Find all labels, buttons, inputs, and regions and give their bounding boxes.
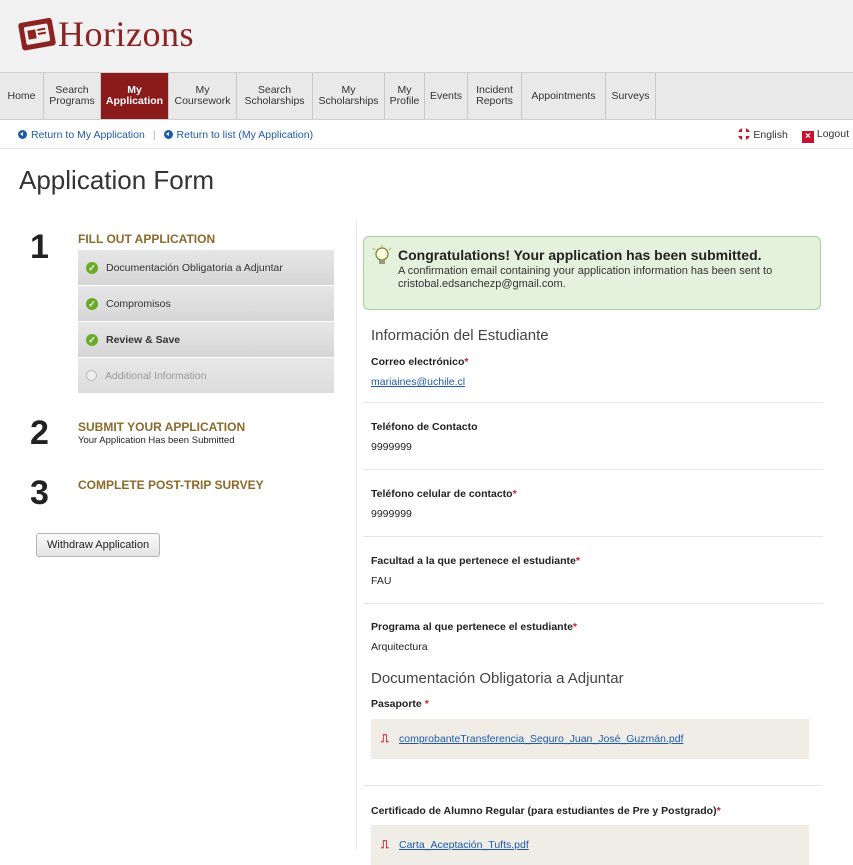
check-icon: ✓ (86, 297, 98, 310)
label-text: Pasaporte (371, 698, 422, 710)
required-mark: * (464, 356, 469, 368)
app-header: Horizons (0, 0, 853, 72)
step-number-1: 1 (30, 228, 49, 266)
substep-label: Documentación Obligatoria a Adjuntar (106, 261, 283, 274)
substep-compromisos[interactable]: ✓ Compromisos (78, 286, 334, 322)
pdf-icon: ⎍ (381, 839, 389, 851)
substep-label: Review & Save (106, 333, 181, 346)
arrow-left-icon (163, 129, 173, 139)
page-title: Application Form (19, 165, 215, 195)
field-label: Teléfono de Contacto (371, 421, 478, 433)
certificate-file-link[interactable]: Carta_Aceptación_Tufts.pdf (399, 839, 529, 851)
nav-surveys[interactable]: Surveys (606, 73, 656, 119)
field-label: Correo electrónico* (371, 356, 468, 368)
language-link[interactable]: English (738, 128, 788, 143)
step-1-substeps: ✓ Documentación Obligatoria a Adjuntar ✓ C… (78, 250, 334, 394)
lightbulb-icon (372, 245, 392, 264)
nav-my-coursework[interactable]: My Coursework (169, 73, 237, 119)
pdf-icon: ⎍ (381, 733, 389, 745)
field-faculty: Facultad a la que pertenece el estudiant… (363, 537, 823, 604)
return-to-application-link[interactable]: Return to My Application (31, 129, 145, 141)
field-email: Correo electrónico* mariaines@uchile.cl (363, 348, 823, 403)
certificate-label: Certificado de Alumno Regular (para estu… (371, 805, 721, 817)
field-program: Programa al que pertenece el estudiante*… (363, 604, 823, 656)
divider (363, 785, 823, 786)
return-list-link-wrap: Return to list (My Application) (163, 129, 314, 141)
success-notice: Congratulations! Your application has be… (363, 236, 821, 310)
notice-title: Congratulations! Your application has be… (398, 247, 762, 263)
student-info-heading: Información del Estudiante (371, 327, 549, 344)
arrow-left-icon (18, 129, 27, 139)
label-text: Correo electrónico (371, 356, 465, 368)
email-value-link[interactable]: mariaines@uchile.cl (371, 376, 465, 388)
nav-home[interactable]: Home (0, 73, 44, 119)
label-text: Programa al que pertenece el estudiante (371, 621, 573, 633)
nav-my-application[interactable]: My Application (101, 73, 169, 119)
return-to-list-link[interactable]: Return to list (My Application) (177, 129, 314, 141)
required-mark: * (716, 805, 721, 817)
application-details: Congratulations! Your application has be… (356, 220, 840, 865)
step-title-3: COMPLETE POST-TRIP SURVEY (78, 478, 264, 492)
nav-incident-reports[interactable]: Incident Reports (468, 73, 522, 119)
field-cellphone: Teléfono celular de contacto* 9999999 (363, 470, 823, 537)
close-icon: × (801, 131, 814, 143)
passport-attachment: ⎍ comprobanteTransferencia_Seguro_Juan_Jo… (371, 719, 809, 759)
check-icon: ✓ (86, 261, 98, 274)
field-label: Teléfono celular de contacto* (371, 488, 517, 500)
substep-documentacion[interactable]: ✓ Documentación Obligatoria a Adjuntar (78, 250, 334, 286)
check-icon: ✓ (86, 333, 98, 346)
sub-toolbar: Return to My Application | Return to lis… (0, 121, 853, 149)
main-nav: Home Search Programs My Application My C… (0, 72, 853, 120)
flag-uk-icon (738, 128, 751, 140)
field-value: 9999999 (371, 441, 412, 453)
passport-label: Pasaporte * (371, 698, 429, 710)
language-label: English (753, 129, 788, 141)
required-mark: * (424, 698, 429, 710)
nav-search-programs[interactable]: Search Programs (44, 73, 101, 119)
substep-label: Compromisos (106, 297, 171, 310)
step-title-1: FILL OUT APPLICATION (78, 232, 216, 246)
field-phone: Teléfono de Contacto 9999999 (363, 403, 823, 470)
field-value: FAU (371, 575, 392, 587)
required-mark: * (512, 488, 517, 500)
field-value: 9999999 (371, 508, 412, 520)
logo-text: Horizons (58, 14, 194, 54)
nav-appointments[interactable]: Appointments (522, 73, 606, 119)
passport-stamp-icon (18, 17, 56, 51)
passport-file-link[interactable]: comprobanteTransferencia_Seguro_Juan_Jos… (399, 733, 683, 745)
nav-search-scholarships[interactable]: Search Scholarships (237, 73, 313, 119)
separator: | (152, 128, 156, 141)
nav-my-scholarships[interactable]: My Scholarships (313, 73, 385, 119)
notice-body: A confirmation email containing your app… (398, 265, 773, 290)
required-mark: * (575, 555, 580, 567)
horizons-logo[interactable]: Horizons (16, 12, 194, 56)
step-sub-2: Your Application Has been Submitted (78, 435, 235, 446)
label-text: Certificado de Alumno Regular (para estu… (371, 805, 717, 817)
label-text: Facultad a la que pertenece el estudiant… (371, 555, 576, 567)
certificate-attachment: ⎍ Carta_Aceptación_Tufts.pdf (371, 825, 809, 865)
substep-additional-info[interactable]: Additional Information (78, 358, 334, 394)
substep-review-save[interactable]: ✓ Review & Save (78, 322, 334, 358)
field-value: Arquitectura (371, 641, 428, 653)
field-label: Facultad a la que pertenece el estudiant… (371, 555, 580, 567)
withdraw-application-button[interactable]: Withdraw Application (36, 533, 161, 557)
nav-events[interactable]: Events (425, 73, 468, 119)
label-text: Teléfono celular de contacto (371, 488, 513, 500)
step-number-2: 2 (30, 414, 49, 452)
nav-my-profile[interactable]: My Profile (385, 73, 425, 119)
field-label: Programa al que pertenece el estudiante* (371, 621, 577, 633)
substep-label: Additional Information (105, 369, 207, 382)
empty-circle-icon (86, 370, 97, 381)
required-mark: * (572, 621, 577, 633)
logout-label: Logout (816, 128, 849, 140)
docs-heading: Documentación Obligatoria a Adjuntar (371, 670, 624, 687)
step-number-3: 3 (30, 474, 49, 512)
user-links: English × Logout (738, 128, 849, 143)
step-title-2: SUBMIT YOUR APPLICATION (78, 420, 246, 434)
return-app-link-wrap: Return to My Application (18, 129, 145, 141)
logout-link[interactable]: × Logout (801, 128, 849, 143)
